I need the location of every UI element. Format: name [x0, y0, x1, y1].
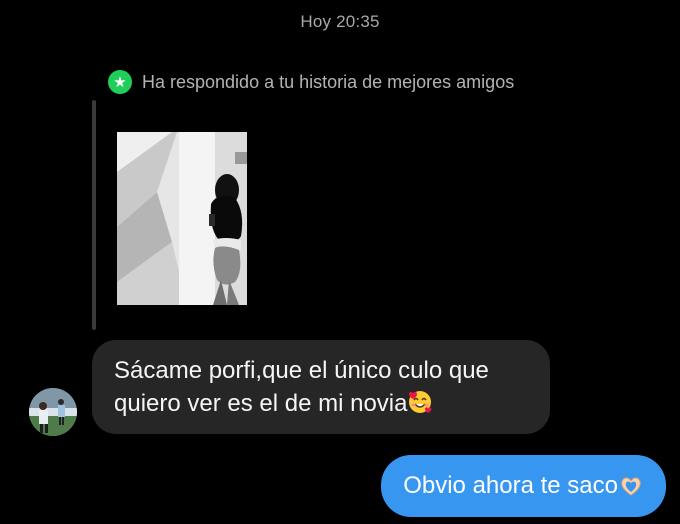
close-friends-star-icon: ★: [108, 70, 132, 94]
story-reply-notice-text: Ha respondido a tu historia de mejores a…: [142, 71, 515, 92]
incoming-message-bubble[interactable]: Sácame porfi,que el único culo que quier…: [92, 340, 550, 434]
story-thumbnail[interactable]: [117, 132, 247, 305]
outgoing-message-bubble[interactable]: Obvio ahora te saco: [381, 455, 666, 517]
reply-quote-bar: [92, 100, 96, 330]
smiling-face-with-hearts-emoji-icon: [409, 391, 432, 413]
outgoing-message-text: Obvio ahora te saco: [403, 472, 618, 499]
story-photo-image: [117, 132, 247, 305]
story-reply-notice: ★ Ha respondido a tu historia de mejores…: [108, 70, 514, 94]
avatar-image: [29, 388, 77, 436]
heart-hands-emoji-icon: [621, 477, 641, 496]
contact-avatar[interactable]: [29, 388, 77, 436]
chat-timestamp: Hoy 20:35: [300, 12, 380, 31]
